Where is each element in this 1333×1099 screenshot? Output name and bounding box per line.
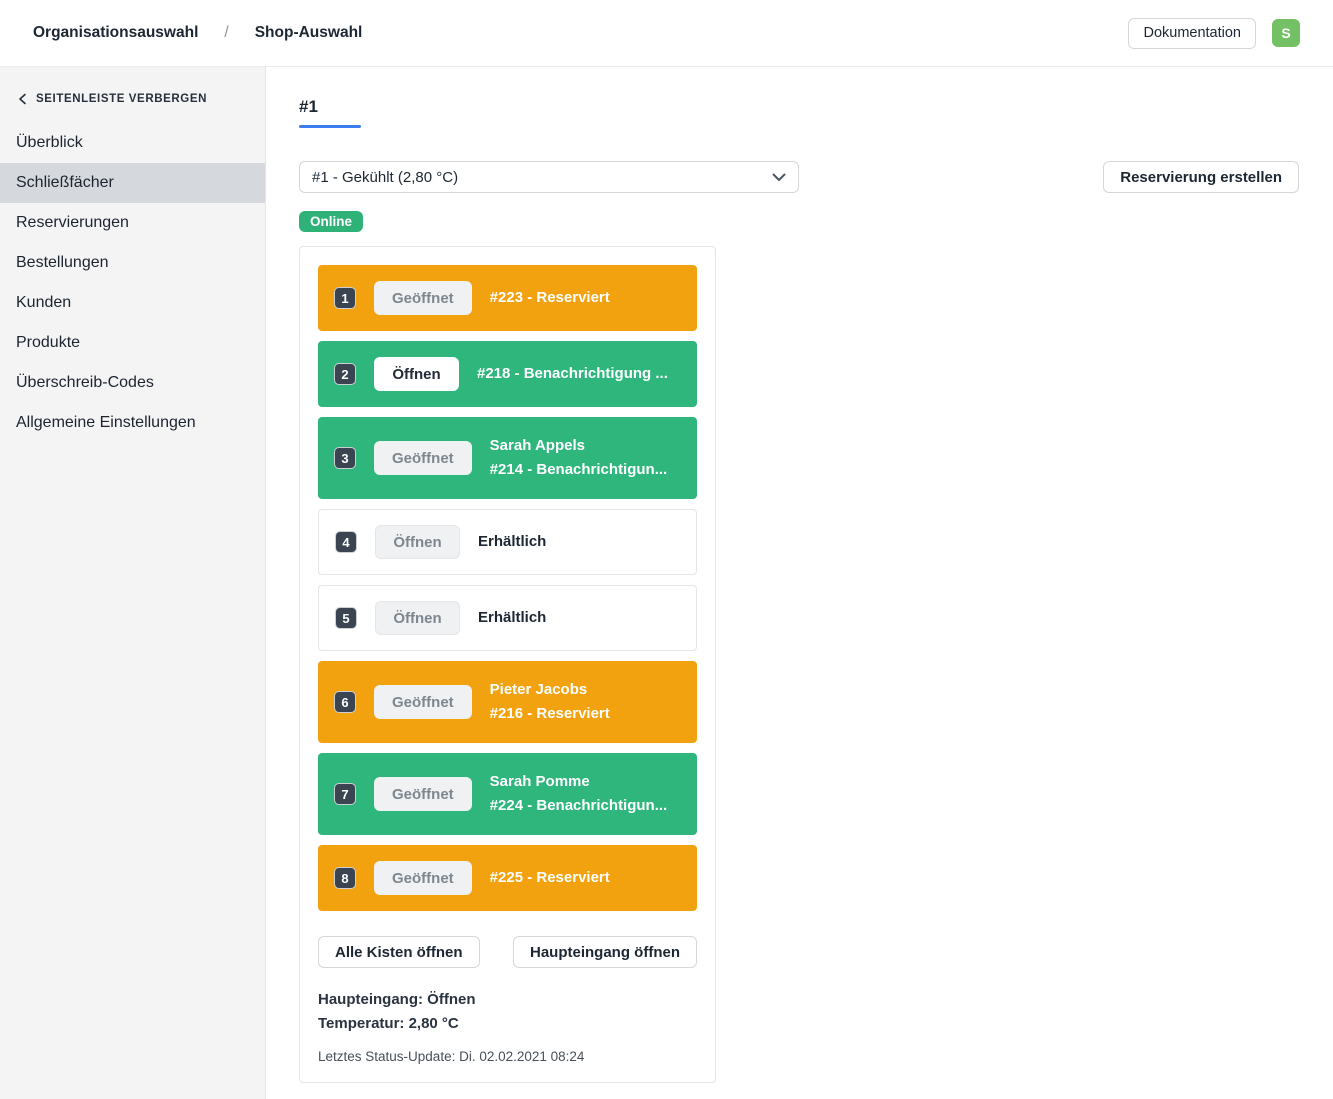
locker-status-line: Erhältlich [478, 606, 546, 630]
locker-status-line: Pieter Jacobs [490, 678, 610, 702]
locker-action-button[interactable]: Geöffnet [374, 441, 472, 475]
locker-row-5: 5 Öffnen Erhältlich [318, 585, 697, 651]
breadcrumb-separator: / [224, 24, 228, 42]
locker-status-line: #214 - Benachrichtigun... [490, 458, 668, 482]
hide-sidebar-label: SEITENLEISTE VERBERGEN [36, 93, 207, 105]
documentation-button[interactable]: Dokumentation [1128, 18, 1256, 49]
locker-action-button[interactable]: Öffnen [374, 357, 459, 391]
breadcrumb-organisationsauswahl[interactable]: Organisationsauswahl [33, 24, 198, 42]
locker-status-text: Sarah Appels#214 - Benachrichtigun... [490, 434, 668, 482]
locker-status-text: #223 - Reserviert [490, 286, 610, 310]
locker-status-text: Erhältlich [478, 606, 546, 630]
locker-row-4: 4 Öffnen Erhältlich [318, 509, 697, 575]
user-avatar[interactable]: S [1272, 19, 1300, 47]
card-actions: Alle Kisten öffnen Haupteingang öffnen [318, 936, 697, 968]
locker-action-button[interactable]: Öffnen [375, 601, 460, 635]
locker-number-badge: 8 [334, 867, 356, 889]
header-right: Dokumentation S [1128, 18, 1300, 49]
locker-select-value: #1 - Gekühlt (2,80 °C) [312, 169, 458, 186]
chevron-left-icon [18, 93, 27, 105]
main-entrance-status: Haupteingang: Öffnen [318, 988, 697, 1012]
locker-card: 1 Geöffnet #223 - Reserviert 2 Öffnen #2… [299, 246, 716, 1083]
locker-status-line: #225 - Reserviert [490, 866, 610, 890]
locker-number-badge: 6 [334, 691, 356, 713]
sidebar-item-label: Überblick [16, 134, 83, 152]
sidebar-item-bestellungen[interactable]: Bestellungen [0, 243, 265, 283]
tab-active-underline [299, 125, 361, 128]
locker-status-line: Erhältlich [478, 530, 546, 554]
locker-row-2: 2 Öffnen #218 - Benachrichtigung ... [318, 341, 697, 407]
locker-number-badge: 2 [334, 363, 356, 385]
sidebar-item-label: Schließfächer [16, 174, 114, 192]
sidebar-nav: Überblick Schließfächer Reservierungen B… [0, 123, 265, 443]
online-status-badge: Online [299, 211, 363, 232]
locker-action-button[interactable]: Geöffnet [374, 861, 472, 895]
sidebar-item-label: Allgemeine Einstellungen [16, 414, 196, 432]
locker-status-text: #225 - Reserviert [490, 866, 610, 890]
create-reservation-button[interactable]: Reservierung erstellen [1103, 161, 1299, 193]
main-content: #1 #1 - Gekühlt (2,80 °C) Reservierung e… [266, 67, 1333, 1099]
locker-row-7: 7 Geöffnet Sarah Pomme#224 - Benachricht… [318, 753, 697, 835]
temperature-status: Temperatur: 2,80 °C [318, 1012, 697, 1036]
locker-status-line: #218 - Benachrichtigung ... [477, 362, 668, 386]
sidebar-item-label: Überschreib-Codes [16, 374, 154, 392]
sidebar-item-label: Bestellungen [16, 254, 109, 272]
sidebar-item-produkte[interactable]: Produkte [0, 323, 265, 363]
sidebar-item-allgemeine-einstellungen[interactable]: Allgemeine Einstellungen [0, 403, 265, 443]
locker-number-badge: 7 [334, 783, 356, 805]
locker-number-badge: 1 [334, 287, 356, 309]
app-header: Organisationsauswahl / Shop-Auswahl Doku… [0, 0, 1333, 67]
last-status-update: Letztes Status-Update: Di. 02.02.2021 08… [318, 1049, 697, 1064]
locker-action-button[interactable]: Geöffnet [374, 281, 472, 315]
locker-status-line: #223 - Reserviert [490, 286, 610, 310]
locker-number-badge: 5 [335, 607, 357, 629]
hide-sidebar-button[interactable]: SEITENLEISTE VERBERGEN [0, 81, 223, 115]
sidebar-item-überblick[interactable]: Überblick [0, 123, 265, 163]
chevron-down-icon [772, 169, 786, 186]
sidebar-item-kunden[interactable]: Kunden [0, 283, 265, 323]
locker-number-badge: 3 [334, 447, 356, 469]
breadcrumb-shop-auswahl[interactable]: Shop-Auswahl [255, 24, 363, 42]
sidebar-item-reservierungen[interactable]: Reservierungen [0, 203, 265, 243]
locker-status-text: Sarah Pomme#224 - Benachrichtigun... [490, 770, 668, 818]
open-main-entrance-button[interactable]: Haupteingang öffnen [513, 936, 697, 968]
tab-label: #1 [299, 97, 361, 117]
locker-status-text: Erhältlich [478, 530, 546, 554]
locker-status-line: Sarah Appels [490, 434, 668, 458]
sidebar-item-label: Reservierungen [16, 214, 129, 232]
locker-status-text: Pieter Jacobs#216 - Reserviert [490, 678, 610, 726]
sidebar-item-label: Kunden [16, 294, 71, 312]
sidebar-item-überschreib-codes[interactable]: Überschreib-Codes [0, 363, 265, 403]
locker-action-button[interactable]: Geöffnet [374, 685, 472, 719]
locker-list: 1 Geöffnet #223 - Reserviert 2 Öffnen #2… [318, 265, 697, 911]
sidebar: SEITENLEISTE VERBERGEN Überblick Schließ… [0, 67, 266, 1099]
locker-action-button[interactable]: Geöffnet [374, 777, 472, 811]
open-all-boxes-button[interactable]: Alle Kisten öffnen [318, 936, 480, 968]
locker-status-text: #218 - Benachrichtigung ... [477, 362, 668, 386]
breadcrumb: Organisationsauswahl / Shop-Auswahl [33, 24, 362, 42]
locker-row-6: 6 Geöffnet Pieter Jacobs#216 - Reservier… [318, 661, 697, 743]
locker-number-badge: 4 [335, 531, 357, 553]
locker-select[interactable]: #1 - Gekühlt (2,80 °C) [299, 161, 799, 193]
locker-action-button[interactable]: Öffnen [375, 525, 460, 559]
locker-status-line: #216 - Reserviert [490, 702, 610, 726]
locker-row-8: 8 Geöffnet #225 - Reserviert [318, 845, 697, 911]
locker-row-1: 1 Geöffnet #223 - Reserviert [318, 265, 697, 331]
device-status: Haupteingang: Öffnen Temperatur: 2,80 °C [318, 988, 697, 1036]
tab-locker-1[interactable]: #1 [299, 97, 361, 128]
controls-row: #1 - Gekühlt (2,80 °C) Reservierung erst… [299, 161, 1299, 193]
locker-status-line: #224 - Benachrichtigun... [490, 794, 668, 818]
locker-row-3: 3 Geöffnet Sarah Appels#214 - Benachrich… [318, 417, 697, 499]
sidebar-item-schließfächer[interactable]: Schließfächer [0, 163, 265, 203]
sidebar-item-label: Produkte [16, 334, 80, 352]
locker-status-line: Sarah Pomme [490, 770, 668, 794]
